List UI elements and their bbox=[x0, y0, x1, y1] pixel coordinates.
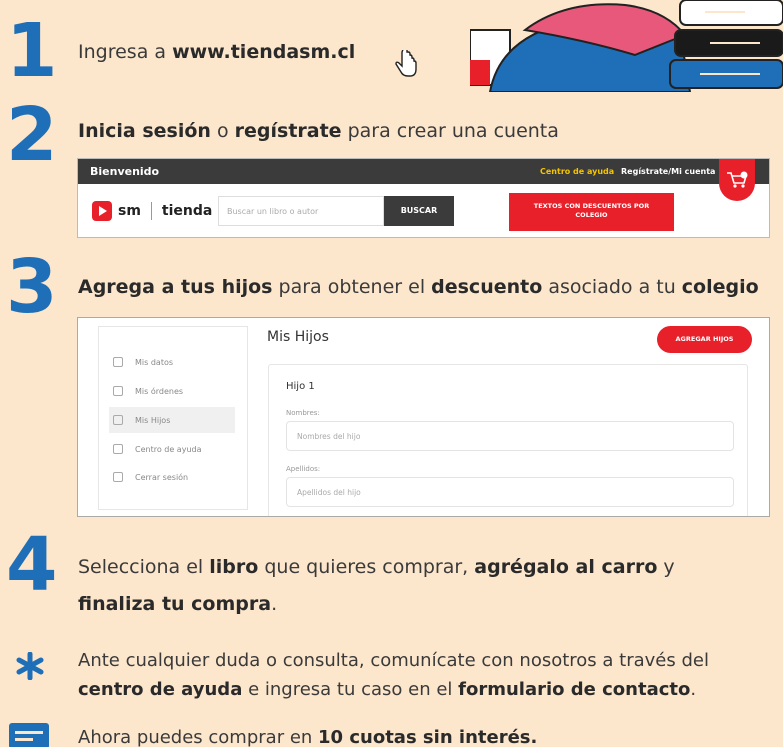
children-icon bbox=[113, 415, 123, 425]
orders-icon bbox=[113, 386, 123, 396]
bold-text-segment: colegio bbox=[681, 276, 759, 298]
help-note-line1: Ante cualquier duda o consulta, comuníca… bbox=[78, 650, 709, 671]
step-number-4: 4 bbox=[6, 522, 58, 608]
sidebar-item-label: Mis Hijos bbox=[135, 415, 171, 425]
bold-text-segment: centro de ayuda bbox=[78, 679, 243, 700]
step-1-text: Ingresa a www.tiendasm.cl bbox=[78, 41, 355, 63]
play-logo-icon bbox=[92, 201, 112, 221]
cuotas-note: Ahora puedes comprar en 10 cuotas sin in… bbox=[78, 727, 537, 747]
cart-button[interactable] bbox=[719, 159, 755, 201]
text-segment: o bbox=[210, 120, 235, 142]
text-segment: para crear una cuenta bbox=[341, 120, 559, 142]
step-number-2: 2 bbox=[6, 92, 58, 178]
bold-text-segment: finaliza tu compra bbox=[78, 593, 272, 615]
text-segment: . bbox=[690, 679, 697, 700]
help-icon bbox=[113, 444, 123, 454]
illustration bbox=[470, 0, 783, 92]
bold-text-segment: formulario de contacto bbox=[458, 679, 691, 700]
sidebar-item-centro-ayuda[interactable]: Centro de ayuda bbox=[109, 436, 235, 462]
text-segment: Ahora puedes comprar en bbox=[78, 727, 319, 747]
step-4-text-line2: finaliza tu compra. bbox=[78, 593, 277, 615]
promo-line-2: COLEGIO bbox=[575, 211, 608, 220]
text-segment: que quieres comprar, bbox=[258, 556, 475, 578]
bold-text-segment: 10 cuotas sin interés. bbox=[318, 727, 538, 747]
store-header-screenshot: Bienvenido Centro de ayuda Regístrate/Mi… bbox=[77, 158, 770, 238]
hand-cursor-icon bbox=[395, 50, 417, 77]
sidebar-item-cerrar-sesion[interactable]: Cerrar sesión bbox=[109, 464, 235, 490]
logo-divider bbox=[150, 202, 152, 220]
sidebar-item-label: Cerrar sesión bbox=[135, 472, 189, 482]
first-name-label: Nombres: bbox=[286, 409, 320, 417]
sidebar-item-mis-hijos[interactable]: Mis Hijos bbox=[109, 407, 235, 433]
store-logo[interactable]: sm tienda bbox=[92, 201, 212, 221]
child-form-card: Hijo 1 Nombres: Nombres del hijo Apellid… bbox=[268, 364, 748, 516]
bold-text-segment: descuento bbox=[431, 276, 543, 298]
sidebar-item-label: Mis órdenes bbox=[135, 386, 184, 396]
cart-icon bbox=[727, 171, 748, 188]
text-segment: e ingresa tu caso en el bbox=[242, 679, 459, 700]
text-segment: Ante cualquier duda o consulta, comuníca… bbox=[78, 650, 709, 671]
help-center-link[interactable]: Centro de ayuda bbox=[540, 167, 614, 176]
last-name-input[interactable]: Apellidos del hijo bbox=[286, 477, 734, 507]
text-segment: y bbox=[657, 556, 675, 578]
logo-sm-text: sm bbox=[118, 203, 141, 219]
step-number-3: 3 bbox=[6, 244, 58, 330]
step-2-text: Inicia sesión o regístrate para crear un… bbox=[78, 120, 559, 142]
step-3-text: Agrega a tus hijos para obtener el descu… bbox=[78, 276, 783, 298]
text-segment: para obtener el bbox=[272, 276, 432, 298]
search-button[interactable]: BUSCAR bbox=[384, 196, 454, 226]
logout-icon bbox=[113, 472, 123, 482]
mis-hijos-screenshot: Mis datos Mis órdenes Mis Hijos Centro d… bbox=[77, 317, 770, 517]
first-name-input[interactable]: Nombres del hijo bbox=[286, 421, 734, 451]
page-title: Mis Hijos bbox=[267, 329, 329, 345]
asterisk-icon bbox=[16, 652, 44, 680]
register-account-link[interactable]: Regístrate/Mi cuenta bbox=[621, 167, 715, 176]
bold-text-segment: agrégalo al carro bbox=[474, 556, 658, 578]
promo-line-1: TEXTOS CON DESCUENTOS POR bbox=[533, 202, 650, 210]
sidebar-item-label: Centro de ayuda bbox=[135, 444, 202, 454]
bold-text-segment: regístrate bbox=[234, 120, 342, 142]
user-icon bbox=[113, 357, 123, 367]
last-name-label: Apellidos: bbox=[286, 465, 321, 473]
account-sidebar: Mis datos Mis órdenes Mis Hijos Centro d… bbox=[98, 326, 248, 510]
add-children-button[interactable]: AGREGAR HIJOS bbox=[657, 326, 752, 353]
help-note-line2: centro de ayuda e ingresa tu caso en el … bbox=[78, 679, 696, 700]
card-icon bbox=[9, 723, 49, 747]
header-topbar: Bienvenido Centro de ayuda Regístrate/Mi… bbox=[78, 159, 769, 184]
step-number-1: 1 bbox=[6, 8, 58, 94]
bold-text-segment: Agrega a tus hijos bbox=[78, 276, 273, 298]
text-segment: Ingresa a bbox=[78, 41, 173, 63]
step-4-text-line1: Selecciona el libro que quieres comprar,… bbox=[78, 556, 675, 578]
bold-text-segment: www.tiendasm.cl bbox=[172, 41, 356, 63]
text-segment: asociado a tu bbox=[542, 276, 682, 298]
sidebar-item-mis-ordenes[interactable]: Mis órdenes bbox=[109, 378, 235, 404]
text-segment: . bbox=[271, 593, 278, 615]
school-discount-button[interactable]: TEXTOS CON DESCUENTOS POR COLEGIO bbox=[509, 193, 674, 231]
search-input[interactable]: Buscar un libro o autor bbox=[218, 196, 384, 226]
bold-text-segment: libro bbox=[209, 556, 259, 578]
child-card-title: Hijo 1 bbox=[286, 381, 315, 392]
text-segment: Selecciona el bbox=[78, 556, 210, 578]
logo-tienda-text: tienda bbox=[161, 203, 213, 219]
sidebar-item-mis-datos[interactable]: Mis datos bbox=[109, 349, 235, 375]
welcome-text: Bienvenido bbox=[90, 165, 160, 178]
sidebar-item-label: Mis datos bbox=[135, 357, 174, 367]
bold-text-segment: Inicia sesión bbox=[78, 120, 211, 142]
